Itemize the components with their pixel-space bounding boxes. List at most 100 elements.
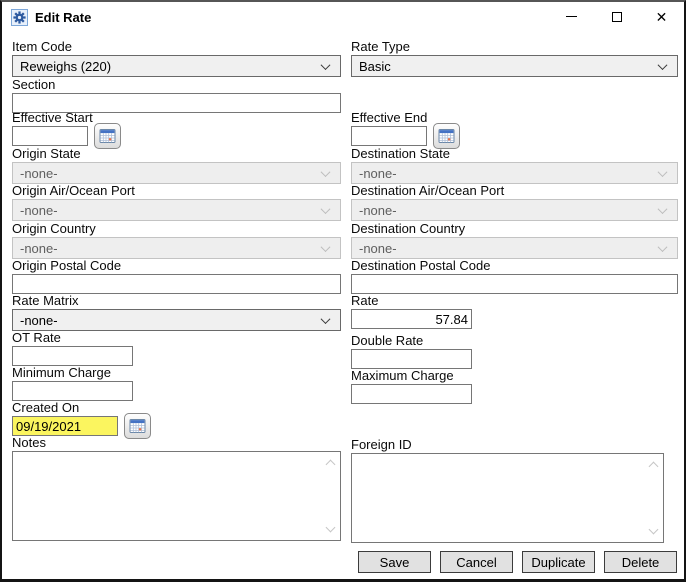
chevron-down-icon <box>657 203 668 214</box>
field-foreign-id: Foreign ID <box>351 437 678 543</box>
notes-label: Notes <box>12 435 46 450</box>
rate-type-value: Basic <box>359 58 391 74</box>
dialog-button-row: Save Cancel Duplicate Delete <box>351 551 677 573</box>
field-effective-end: Effective End <box>351 110 678 149</box>
title-bar: Edit Rate ✕ <box>2 2 684 32</box>
duplicate-button[interactable]: Duplicate <box>522 551 595 573</box>
field-section: Section <box>12 77 341 113</box>
effective-end-label: Effective End <box>351 110 428 125</box>
chevron-down-icon <box>657 59 668 70</box>
destination-state-value: -none- <box>359 165 397 181</box>
origin-country-value: -none- <box>20 240 58 256</box>
destination-state-select: -none- <box>351 162 678 184</box>
scroll-up-icon <box>648 461 659 472</box>
chevron-down-icon <box>320 203 331 214</box>
maximize-icon <box>611 11 622 22</box>
origin-state-value: -none- <box>20 165 58 181</box>
origin-postal-label: Origin Postal Code <box>12 258 122 273</box>
minimize-button[interactable] <box>549 2 594 31</box>
chevron-down-icon <box>320 313 331 324</box>
origin-port-value: -none- <box>20 202 58 218</box>
origin-state-label: Origin State <box>12 146 81 161</box>
destination-country-select: -none- <box>351 237 678 259</box>
created-on-label: Created On <box>12 400 80 415</box>
field-maximum-charge: Maximum Charge <box>351 368 678 404</box>
destination-port-label: Destination Air/Ocean Port <box>351 183 505 198</box>
field-rate-matrix: Rate Matrix -none- <box>12 293 341 331</box>
field-effective-start: Effective Start <box>12 110 341 149</box>
field-rate: Rate <box>351 293 678 329</box>
chevron-down-icon <box>320 166 331 177</box>
item-code-value: Reweighs (220) <box>20 58 112 74</box>
chevron-down-icon <box>320 59 331 70</box>
window-title: Edit Rate <box>35 9 92 25</box>
scroll-down-icon <box>648 524 659 535</box>
delete-button[interactable]: Delete <box>604 551 677 573</box>
origin-port-select: -none- <box>12 199 341 221</box>
origin-postal-input[interactable] <box>12 274 341 294</box>
origin-country-select: -none- <box>12 237 341 259</box>
destination-postal-input[interactable] <box>351 274 678 294</box>
maximize-button[interactable] <box>594 2 639 31</box>
rate-type-label: Rate Type <box>351 39 411 54</box>
origin-port-label: Origin Air/Ocean Port <box>12 183 135 198</box>
save-button[interactable]: Save <box>358 551 431 573</box>
ot-rate-input[interactable] <box>12 346 133 366</box>
destination-port-select: -none- <box>351 199 678 221</box>
destination-country-value: -none- <box>359 240 397 256</box>
field-double-rate: Double Rate <box>351 333 678 369</box>
field-destination-port: Destination Air/Ocean Port -none- <box>351 183 678 221</box>
field-destination-state: Destination State -none- <box>351 146 678 184</box>
notes-textarea[interactable] <box>12 451 341 541</box>
scroll-up-icon <box>325 459 336 470</box>
rate-matrix-select[interactable]: -none- <box>12 309 341 331</box>
origin-state-select: -none- <box>12 162 341 184</box>
effective-start-label: Effective Start <box>12 110 93 125</box>
foreign-id-textarea[interactable] <box>351 453 664 543</box>
section-label: Section <box>12 77 56 92</box>
field-rate-type: Rate Type Basic <box>351 39 678 77</box>
ot-rate-label: OT Rate <box>12 330 61 345</box>
field-origin-state: Origin State -none- <box>12 146 341 184</box>
maximum-charge-label: Maximum Charge <box>351 368 454 383</box>
origin-country-label: Origin Country <box>12 221 96 236</box>
foreign-id-label: Foreign ID <box>351 437 412 452</box>
effective-end-input[interactable] <box>351 126 427 146</box>
item-code-select[interactable]: Reweighs (220) <box>12 55 341 77</box>
chevron-down-icon <box>657 241 668 252</box>
chevron-down-icon <box>320 241 331 252</box>
destination-port-value: -none- <box>359 202 397 218</box>
rate-type-select[interactable]: Basic <box>351 55 678 77</box>
field-item-code: Item Code Reweighs (220) <box>12 39 341 77</box>
destination-postal-label: Destination Postal Code <box>351 258 491 273</box>
chevron-down-icon <box>657 166 668 177</box>
field-origin-port: Origin Air/Ocean Port -none- <box>12 183 341 221</box>
minimize-icon <box>566 16 577 17</box>
created-on-input[interactable] <box>12 416 118 436</box>
rate-label: Rate <box>351 293 379 308</box>
field-notes: Notes <box>12 435 341 541</box>
minimum-charge-input[interactable] <box>12 381 133 401</box>
field-destination-country: Destination Country -none- <box>351 221 678 259</box>
field-created-on: Created On <box>12 400 341 439</box>
rate-matrix-value: -none- <box>20 312 58 328</box>
close-button[interactable]: ✕ <box>639 2 684 31</box>
destination-state-label: Destination State <box>351 146 451 161</box>
item-code-label: Item Code <box>12 39 72 54</box>
effective-start-input[interactable] <box>12 126 88 146</box>
rate-matrix-label: Rate Matrix <box>12 293 79 308</box>
app-gear-icon <box>11 8 28 26</box>
minimum-charge-label: Minimum Charge <box>12 365 111 380</box>
rate-input[interactable] <box>351 309 472 329</box>
maximum-charge-input[interactable] <box>351 384 472 404</box>
double-rate-label: Double Rate <box>351 333 424 348</box>
cancel-button[interactable]: Cancel <box>440 551 513 573</box>
double-rate-input[interactable] <box>351 349 472 369</box>
field-origin-country: Origin Country -none- <box>12 221 341 259</box>
field-destination-postal: Destination Postal Code <box>351 258 678 294</box>
close-icon: ✕ <box>655 8 668 25</box>
field-minimum-charge: Minimum Charge <box>12 365 341 401</box>
scroll-down-icon <box>325 522 336 533</box>
destination-country-label: Destination Country <box>351 221 466 236</box>
field-ot-rate: OT Rate <box>12 330 341 366</box>
